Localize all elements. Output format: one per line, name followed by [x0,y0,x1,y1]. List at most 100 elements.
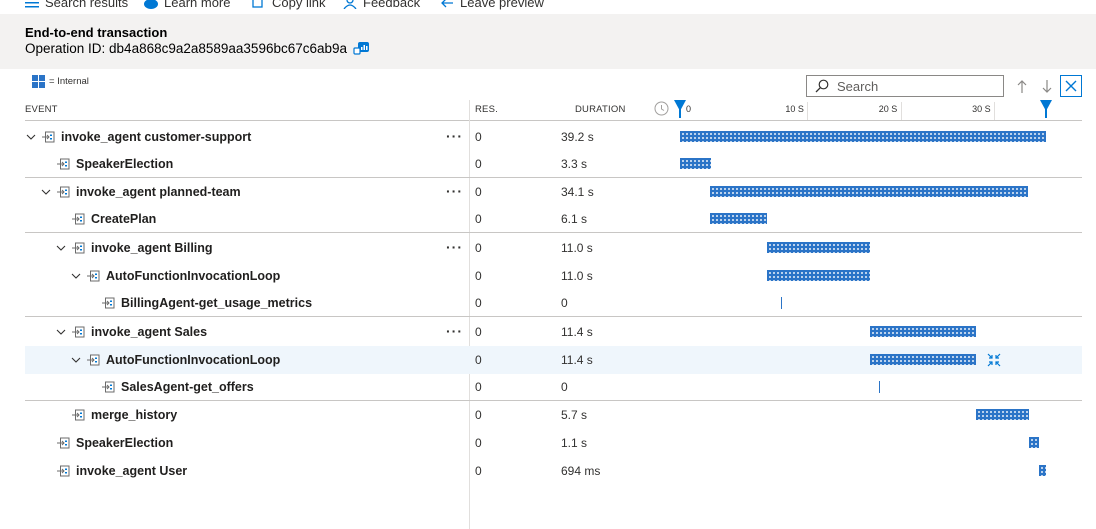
duration-bar[interactable] [1029,437,1040,448]
tree-row[interactable]: CreatePlan 0 6.1 s [25,205,1082,233]
person-icon [343,0,357,9]
duration-bar[interactable] [709,213,767,224]
duration-bar[interactable] [869,326,976,337]
duration-bar[interactable] [975,409,1030,420]
row-divider [25,316,1082,317]
duration-bar[interactable] [766,270,870,281]
back-arrow-icon [441,0,453,7]
event-cell: invoke_agent Billing [55,234,213,262]
internal-dependency-icon [57,186,70,198]
chevron-down-icon[interactable] [25,131,37,143]
tree-row[interactable]: AutoFunctionInvocationLoop 0 11.0 s [25,262,1082,290]
duration-value: 6.1 s [561,212,588,226]
duration-column-header[interactable]: DURATION [575,104,626,115]
arrow-down-icon [1042,79,1052,93]
tree-row[interactable]: SpeakerElection 0 3.3 s [25,150,1082,178]
chevron-down-icon[interactable] [70,270,82,282]
tree-row[interactable]: SpeakerElection 0 1.1 s [25,429,1082,457]
duration-bar[interactable] [680,131,1046,142]
tree-row[interactable]: invoke_agent Billing ··· 0 11.0 s [25,234,1082,262]
tree-row[interactable]: AutoFunctionInvocationLoop 0 11.4 s [25,346,1082,374]
search-box[interactable] [806,75,1004,97]
transaction-header: End-to-end transaction Operation ID: db4… [0,14,1096,69]
feedback-button[interactable]: Feedback [343,0,420,10]
event-column-header[interactable]: EVENT [25,104,58,115]
feedback-label: Feedback [363,0,421,10]
result-code: 0 [475,212,482,226]
cloud-icon [144,0,158,9]
reset-zoom-icon[interactable] [654,101,669,116]
chevron-down-icon[interactable] [55,242,67,254]
close-icon [1065,80,1077,92]
event-cell: CreatePlan [55,205,156,233]
event-name: SpeakerElection [76,157,174,171]
result-code: 0 [475,436,482,450]
duration-bar[interactable] [869,354,976,365]
marker-stem [1045,104,1047,118]
operation-id-row: Operation ID: db4a868c9a2a8589aa3596bc67… [25,41,370,56]
result-code: 0 [475,325,482,339]
duration-value: 39.2 s [561,130,594,144]
internal-dependency-icon [57,437,70,449]
tree-row[interactable]: invoke_agent Sales ··· 0 11.4 s [25,318,1082,346]
duration-bar[interactable] [766,242,870,253]
internal-icon [32,75,45,88]
header-divider [25,120,1082,121]
internal-dependency-icon [57,158,70,170]
search-icon [815,79,829,93]
event-cell: AutoFunctionInvocationLoop [70,346,280,374]
more-options-button[interactable]: ··· [446,178,463,204]
tree-row[interactable]: invoke_agent customer-support ··· 0 39.2 s [25,123,1082,151]
duration-value: 11.0 s [561,241,593,255]
legend-label: = Internal [49,76,89,87]
tree-row[interactable]: merge_history 0 5.7 s [25,401,1082,429]
instant-marker[interactable] [878,381,880,393]
tree-row[interactable]: invoke_agent User 0 694 ms [25,457,1082,485]
copy-chart-icon[interactable] [353,41,370,56]
leave-preview-label: Leave preview [460,0,544,10]
arrow-up-icon [1017,79,1027,93]
command-bar: Search results Learn more Copy link Feed… [0,0,1096,14]
event-cell: BillingAgent-get_usage_metrics [85,289,312,317]
chevron-down-icon[interactable] [40,186,52,198]
instant-marker[interactable] [780,297,782,309]
axis-tick-label: 30 S [972,104,991,114]
duration-value: 0 [561,296,568,310]
leave-preview-button[interactable]: Leave preview [440,0,544,10]
copy-link-button[interactable]: Copy link [252,0,325,10]
next-result-button[interactable] [1036,75,1058,97]
result-code: 0 [475,408,482,422]
tree-row[interactable]: BillingAgent-get_usage_metrics 0 0 [25,289,1082,317]
event-name: AutoFunctionInvocationLoop [106,269,281,283]
duration-value: 11.4 s [561,325,593,339]
res-column-header[interactable]: RES. [475,104,498,115]
chevron-down-icon[interactable] [55,326,67,338]
tree-row[interactable]: invoke_agent planned-team ··· 0 34.1 s [25,178,1082,206]
axis-tick [994,102,996,120]
duration-bar[interactable] [680,158,711,169]
duration-bar[interactable] [1039,465,1046,476]
chevron-down-icon[interactable] [70,354,82,366]
event-cell: invoke_agent Sales [55,318,207,346]
search-input[interactable] [837,78,997,94]
duration-bar[interactable] [709,186,1029,197]
close-search-button[interactable] [1060,75,1082,97]
more-options-button[interactable]: ··· [446,234,463,260]
event-name: invoke_agent User [76,464,188,478]
internal-dependency-icon [42,131,55,143]
search-results-label: Search results [45,0,129,10]
event-cell: SpeakerElection [40,429,173,457]
more-options-button[interactable]: ··· [446,318,463,344]
learn-more-button[interactable]: Learn more [144,0,230,10]
tree-row[interactable]: SalesAgent-get_offers 0 0 [25,373,1082,401]
previous-result-button[interactable] [1011,75,1033,97]
search-results-button[interactable]: Search results [25,0,128,10]
collapse-icon[interactable] [987,353,1001,367]
marker-stem [679,104,681,118]
more-options-button[interactable]: ··· [446,123,463,149]
internal-dependency-icon [72,242,85,254]
